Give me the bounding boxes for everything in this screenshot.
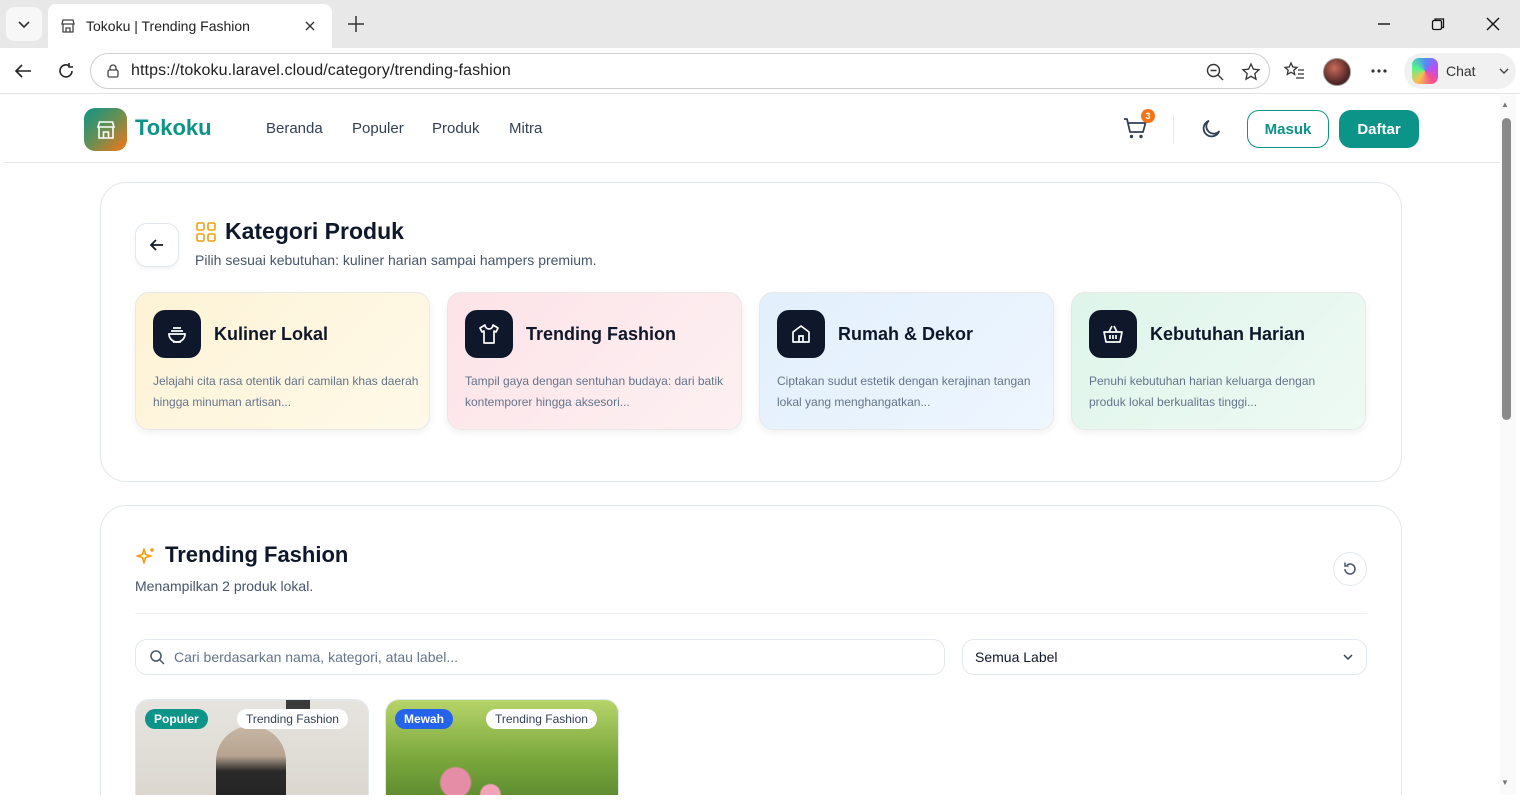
scrollbar-thumb[interactable]	[1502, 118, 1511, 420]
product-model	[216, 726, 286, 795]
sparkle-icon	[136, 548, 154, 564]
cart-count-badge: 3	[1141, 109, 1155, 123]
trending-panel: Trending Fashion Menampilkan 2 produk lo…	[100, 505, 1402, 795]
back-to-home-button[interactable]	[135, 223, 179, 267]
site-navbar: Tokoku Beranda Populer Produk Mitra 3 Ma…	[4, 95, 1500, 163]
lock-icon	[107, 64, 119, 78]
restore-icon	[1431, 18, 1445, 31]
category-card-kebutuhan-harian[interactable]: Kebutuhan Harian Penuhi kebutuhan harian…	[1071, 292, 1366, 430]
close-window-button[interactable]	[1473, 8, 1513, 40]
product-category-badge: Trending Fashion	[486, 709, 597, 729]
chevron-down-icon	[1343, 654, 1353, 661]
brand-name[interactable]: Tokoku	[135, 115, 212, 141]
reload-button[interactable]	[49, 54, 83, 88]
category-panel: Kategori Produk Pilih sesuai kebutuhan: …	[100, 182, 1402, 482]
copilot-logo-icon	[1412, 58, 1438, 84]
category-card-desc: Jelajahi cita rasa otentik dari camilan …	[153, 374, 419, 409]
page-viewport: Tokoku Beranda Populer Produk Mitra 3 Ma…	[4, 95, 1500, 795]
product-card[interactable]: Mewah Trending Fashion	[385, 699, 619, 795]
nav-divider	[1173, 115, 1174, 143]
section-divider	[135, 613, 1367, 614]
favorites-list-icon	[1283, 61, 1304, 79]
more-menu-button[interactable]	[1362, 54, 1396, 88]
login-button[interactable]: Masuk	[1247, 110, 1329, 148]
basket-icon	[1089, 310, 1137, 358]
browser-toolbar: https://tokoku.laravel.cloud/category/tr…	[0, 48, 1520, 94]
address-bar[interactable]: https://tokoku.laravel.cloud/category/tr…	[90, 53, 1270, 89]
close-icon	[305, 21, 315, 31]
tab-close-button[interactable]	[300, 16, 320, 36]
browser-tab[interactable]: Tokoku | Trending Fashion	[48, 4, 332, 48]
store-favicon-icon	[60, 18, 76, 34]
category-card-kuliner-lokal[interactable]: Kuliner Lokal Jelajahi cita rasa otentik…	[135, 292, 430, 430]
category-card-rumah-dekor[interactable]: Rumah & Dekor Ciptakan sudut estetik den…	[759, 292, 1054, 430]
chevron-down-icon	[1499, 68, 1509, 74]
url-text: https://tokoku.laravel.cloud/category/tr…	[131, 62, 511, 79]
back-button[interactable]	[6, 54, 40, 88]
arrow-left-icon	[14, 64, 31, 78]
nav-link-produk[interactable]: Produk	[432, 120, 480, 137]
arrow-left-icon	[149, 239, 163, 251]
category-card-desc: Tampil gaya dengan sentuhan budaya: dari…	[465, 374, 724, 409]
section-title: Trending Fashion	[165, 542, 349, 567]
browser-tab-bar: Tokoku | Trending Fashion	[0, 0, 1520, 48]
category-card-desc: Ciptakan sudut estetik dengan kerajinan …	[777, 374, 1031, 409]
favorite-button[interactable]	[1237, 58, 1265, 86]
favorites-button[interactable]	[1277, 54, 1311, 88]
label-filter-select[interactable]: Semua Label	[962, 639, 1367, 675]
category-subtitle: Pilih sesuai kebutuhan: kuliner harian s…	[195, 252, 597, 268]
reload-icon	[59, 63, 73, 78]
category-card-title: Kebutuhan Harian	[1150, 324, 1306, 344]
profile-avatar[interactable]	[1323, 58, 1351, 86]
refresh-icon	[1344, 562, 1356, 575]
category-title: Kategori Produk	[225, 218, 404, 244]
zoom-button[interactable]	[1201, 58, 1229, 86]
search-icon	[150, 650, 165, 665]
home-icon	[777, 310, 825, 358]
restore-button[interactable]	[1418, 8, 1458, 40]
product-card[interactable]: Populer Trending Fashion	[135, 699, 369, 795]
more-horizontal-icon	[1371, 69, 1387, 73]
close-icon	[1486, 17, 1500, 31]
category-card-trending-fashion[interactable]: Trending Fashion Tampil gaya dengan sent…	[447, 292, 742, 430]
product-badge: Mewah	[395, 709, 454, 729]
category-card-desc: Penuhi kebutuhan harian keluarga dengan …	[1089, 374, 1316, 409]
copilot-chat-button[interactable]: Chat	[1404, 53, 1516, 89]
chevron-down-icon	[18, 21, 30, 29]
category-card-title: Kuliner Lokal	[214, 324, 329, 344]
scroll-down-arrow[interactable]: ▼	[1501, 778, 1509, 787]
plus-icon	[348, 16, 364, 32]
minimize-icon	[1378, 23, 1390, 25]
chat-label: Chat	[1446, 63, 1476, 79]
category-card-title: Rumah & Dekor	[838, 324, 974, 344]
nav-link-populer[interactable]: Populer	[352, 120, 404, 137]
new-tab-button[interactable]	[340, 10, 372, 38]
grid-icon	[196, 222, 216, 242]
nav-link-mitra[interactable]: Mitra	[509, 120, 542, 137]
bowl-icon	[153, 310, 201, 358]
shirt-icon	[465, 310, 513, 358]
scroll-up-arrow[interactable]: ▲	[1501, 100, 1509, 109]
section-subtitle: Menampilkan 2 produk lokal.	[135, 578, 314, 594]
category-card-title: Trending Fashion	[526, 324, 677, 344]
tab-title: Tokoku | Trending Fashion	[86, 18, 250, 34]
zoom-out-icon	[1206, 63, 1224, 81]
search-placeholder: Cari berdasarkan nama, kategori, atau la…	[174, 649, 459, 665]
star-icon	[1241, 62, 1261, 81]
refresh-button[interactable]	[1333, 552, 1367, 586]
minimize-button[interactable]	[1364, 8, 1404, 40]
label-filter-value: Semua Label	[975, 649, 1058, 665]
product-badge: Populer	[145, 709, 208, 729]
brand-logo[interactable]	[84, 108, 127, 151]
nav-link-beranda[interactable]: Beranda	[266, 120, 323, 137]
moon-icon[interactable]	[1199, 117, 1223, 141]
store-icon	[96, 120, 115, 139]
product-search-input[interactable]: Cari berdasarkan nama, kategori, atau la…	[135, 639, 945, 675]
product-category-badge: Trending Fashion	[237, 709, 348, 729]
tab-list-button[interactable]	[6, 7, 42, 41]
register-button[interactable]: Daftar	[1339, 110, 1419, 148]
